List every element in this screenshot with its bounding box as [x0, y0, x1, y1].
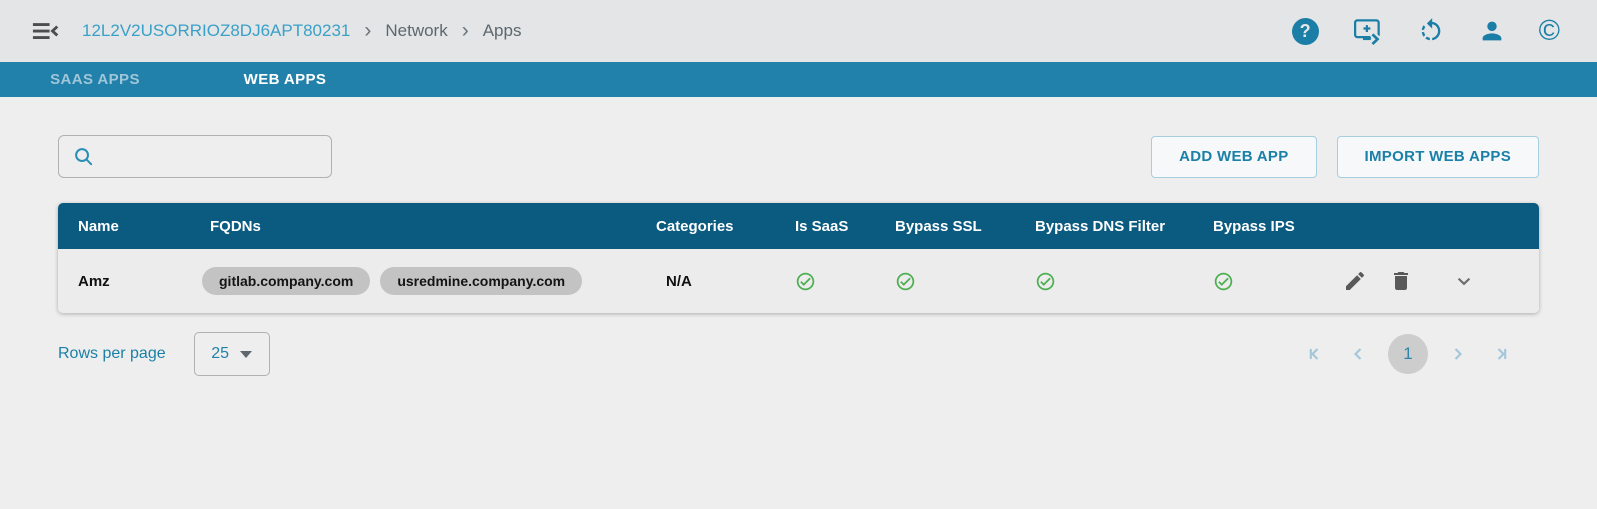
search-icon — [72, 145, 95, 168]
cell-bypass-dns-filter — [1035, 271, 1213, 292]
rows-per-page-value: 25 — [211, 345, 230, 362]
table-row: Amz gitlab.company.com usredmine.company… — [58, 249, 1539, 313]
check-circle-icon — [895, 271, 916, 292]
fqdn-chip[interactable]: usredmine.company.com — [380, 267, 583, 295]
search-box[interactable] — [58, 135, 332, 178]
chevron-right-separator: › — [461, 18, 469, 42]
col-header-categories: Categories — [656, 217, 734, 235]
last-page-icon[interactable] — [1488, 342, 1512, 366]
col-header-fqdns: FQDNs — [210, 217, 261, 235]
header-left: 12L2V2USORRIOZ8DJ6APT80231 › Network › A… — [30, 16, 521, 46]
toolbar-buttons: ADD WEB APP IMPORT WEB APPS — [1151, 135, 1539, 178]
check-circle-icon — [1213, 271, 1234, 292]
col-header-is-saas: Is SaaS — [795, 217, 849, 235]
cell-bypass-ips — [1213, 271, 1340, 292]
rows-per-page: Rows per page 25 — [58, 332, 270, 376]
col-header-name: Name — [78, 217, 119, 235]
account-person-icon[interactable] — [1478, 17, 1506, 45]
rows-per-page-label: Rows per page — [58, 345, 166, 362]
search-input[interactable] — [105, 148, 318, 165]
fqdn-chip[interactable]: gitlab.company.com — [202, 267, 371, 295]
edit-pencil-icon[interactable] — [1343, 269, 1367, 293]
restore-history-icon[interactable] — [1417, 17, 1445, 45]
check-circle-icon — [1035, 271, 1056, 292]
app-window: 12L2V2USORRIOZ8DJ6APT80231 › Network › A… — [0, 0, 1597, 376]
cell-categories: N/A — [666, 272, 692, 290]
chevron-right-separator: › — [364, 18, 372, 42]
col-header-bypass-ssl: Bypass SSL — [895, 217, 982, 235]
remote-screen-add-icon[interactable] — [1352, 17, 1384, 45]
next-page-icon[interactable] — [1446, 342, 1470, 366]
menu-collapse-icon[interactable] — [30, 16, 60, 46]
toolbar-row: ADD WEB APP IMPORT WEB APPS — [58, 135, 1539, 178]
tab-bar: SAAS APPS WEB APPS — [0, 62, 1597, 97]
col-header-bypass-dns-filter: Bypass DNS Filter — [1035, 217, 1166, 235]
pagination-row: Rows per page 25 1 — [58, 332, 1539, 376]
cell-bypass-ssl — [895, 271, 1035, 292]
add-web-app-button[interactable]: ADD WEB APP — [1151, 135, 1317, 178]
table-header-row: Name FQDNs Categories Is SaaS Bypass SSL… — [58, 203, 1539, 249]
expand-chevron-down-icon[interactable] — [1451, 268, 1477, 294]
tab-web-apps[interactable]: WEB APPS — [190, 62, 380, 97]
cell-fqdns: gitlab.company.com usredmine.company.com — [202, 267, 656, 295]
cell-name: Amz — [78, 272, 110, 290]
copyright-icon[interactable]: © — [1539, 16, 1560, 46]
breadcrumb: 12L2V2USORRIOZ8DJ6APT80231 › Network › A… — [82, 20, 521, 43]
breadcrumb-tenant-link[interactable]: 12L2V2USORRIOZ8DJ6APT80231 — [82, 21, 350, 41]
breadcrumb-network: Network — [385, 21, 448, 40]
col-header-bypass-ips: Bypass IPS — [1213, 217, 1295, 235]
help-icon[interactable]: ? — [1291, 17, 1319, 45]
main-content: ADD WEB APP IMPORT WEB APPS Name FQDNs C… — [0, 135, 1597, 376]
web-apps-table: Name FQDNs Categories Is SaaS Bypass SSL… — [58, 203, 1539, 313]
header-actions: ? © — [1291, 16, 1560, 46]
current-page-badge[interactable]: 1 — [1388, 334, 1428, 374]
pager: 1 — [1304, 334, 1512, 374]
delete-trash-icon[interactable] — [1389, 269, 1413, 293]
rows-per-page-select[interactable]: 25 — [193, 332, 270, 376]
cell-is-saas — [795, 271, 895, 292]
import-web-apps-button[interactable]: IMPORT WEB APPS — [1336, 135, 1539, 178]
cell-actions — [1340, 268, 1539, 294]
first-page-icon[interactable] — [1304, 342, 1328, 366]
tab-saas-apps[interactable]: SAAS APPS — [0, 62, 190, 97]
previous-page-icon[interactable] — [1346, 342, 1370, 366]
caret-down-icon — [240, 350, 253, 358]
check-circle-icon — [795, 271, 816, 292]
breadcrumb-apps: Apps — [482, 21, 522, 40]
top-header: 12L2V2USORRIOZ8DJ6APT80231 › Network › A… — [0, 0, 1597, 62]
